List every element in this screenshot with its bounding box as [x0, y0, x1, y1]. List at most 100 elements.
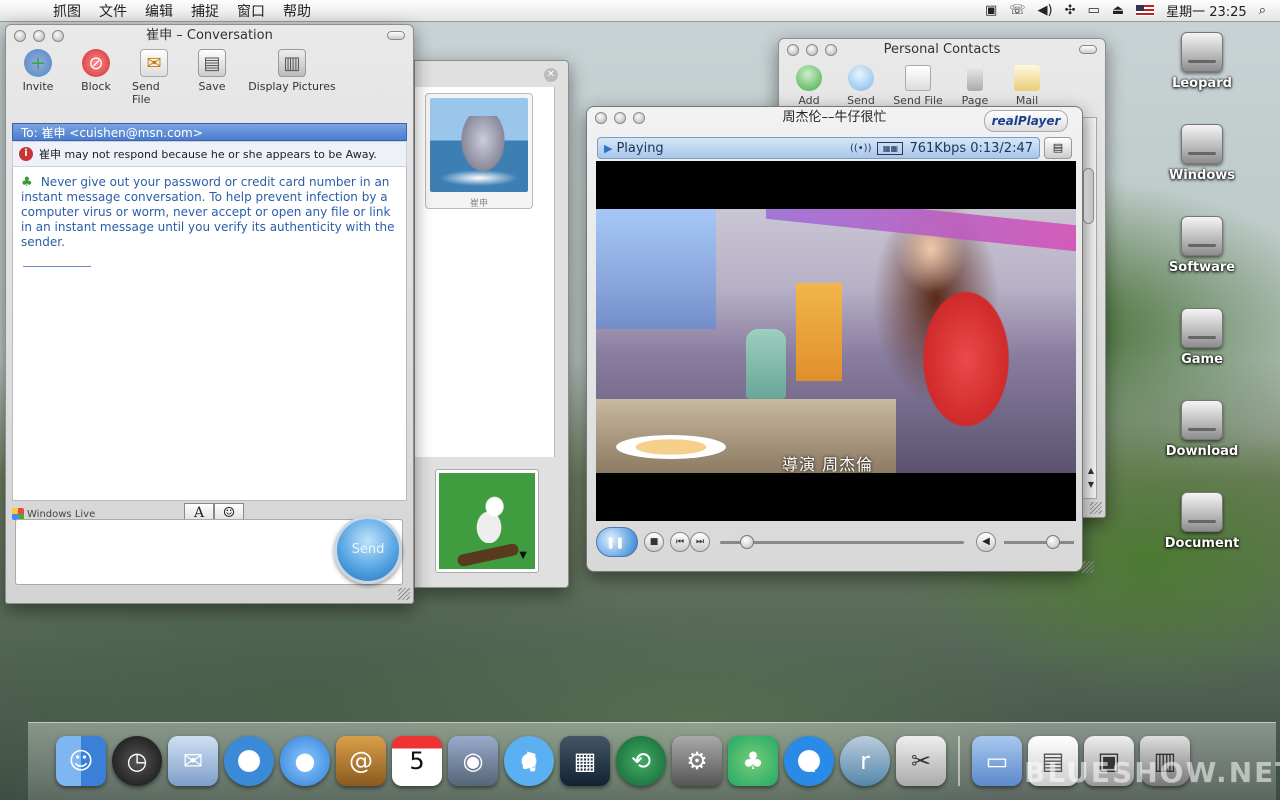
- window-controls: [595, 112, 645, 124]
- video-viewport[interactable]: 導演 周杰倫: [596, 161, 1076, 521]
- close-window-button[interactable]: [595, 112, 607, 124]
- resize-grip[interactable]: [398, 588, 410, 600]
- input-source-flag-icon[interactable]: [1136, 5, 1155, 16]
- zoom-window-button[interactable]: [52, 30, 64, 42]
- drive-windows[interactable]: Windows: [1164, 124, 1240, 183]
- spaces-icon[interactable]: ▦: [560, 736, 610, 786]
- playback-status: Playing: [616, 140, 664, 156]
- buddy-display-picture[interactable]: 崔申: [425, 93, 533, 209]
- drive-download[interactable]: Download: [1164, 400, 1240, 459]
- script-menu-icon[interactable]: ▣: [985, 3, 997, 18]
- grab-icon[interactable]: ✂: [896, 736, 946, 786]
- hard-drive-icon: [1181, 32, 1223, 72]
- menu-clock[interactable]: 星期一 23:25: [1166, 1, 1247, 20]
- itunes-icon[interactable]: ♫: [504, 736, 554, 786]
- display-pictures-button[interactable]: ▥ Display Pictures: [248, 49, 336, 123]
- dock-separator: [958, 736, 960, 786]
- address-book-icon[interactable]: @: [336, 736, 386, 786]
- previous-button[interactable]: ⏮: [670, 532, 690, 552]
- drive-label: Game: [1181, 352, 1223, 367]
- quicktime-icon[interactable]: Q: [784, 736, 834, 786]
- spotlight-icon[interactable]: ⌕: [1259, 3, 1266, 18]
- seek-slider-knob[interactable]: [739, 534, 754, 549]
- iphoto-icon[interactable]: ◉: [448, 736, 498, 786]
- realplayer-window: 周杰伦––牛仔很忙 realPlayer ▶ Playing ((•)) ▦▦ …: [586, 106, 1094, 573]
- security-warning: ♣ Never give out your password or credit…: [21, 175, 398, 250]
- zoom-window-button[interactable]: [825, 44, 837, 56]
- dashboard-icon[interactable]: ◷: [112, 736, 162, 786]
- volume-slider[interactable]: [1004, 534, 1074, 549]
- minimize-window-button[interactable]: [806, 44, 818, 56]
- display-pictures-icon: ▥: [278, 49, 306, 77]
- eject-icon[interactable]: ⏏: [1112, 3, 1124, 18]
- menu-edit[interactable]: 编辑: [136, 1, 182, 21]
- invite-button[interactable]: + Invite: [16, 49, 60, 123]
- close-window-button[interactable]: [787, 44, 799, 56]
- realplayer-icon[interactable]: r: [840, 736, 890, 786]
- mobile-phone-icon: [967, 65, 983, 91]
- conversation-toolbar: + Invite ⊘ Block ✉ Send File ▤ Save ▥ Display…: [6, 47, 413, 123]
- window-title: 崔申 – Conversation: [146, 28, 273, 43]
- minimize-window-button[interactable]: [614, 112, 626, 124]
- save-icon: ▤: [198, 49, 226, 77]
- safari-icon[interactable]: ✦: [224, 736, 274, 786]
- applications-folder-icon[interactable]: ▭: [972, 736, 1022, 786]
- my-display-picture[interactable]: ▼: [435, 469, 539, 573]
- menu-help[interactable]: 帮助: [274, 1, 320, 21]
- realplayer-logo: realPlayer: [984, 110, 1068, 132]
- hard-drive-icon: [1181, 400, 1223, 440]
- send-file-button[interactable]: ✉ Send File: [132, 49, 176, 123]
- tool-label: Block: [81, 80, 111, 93]
- chat-transcript[interactable]: ♣ Never give out your password or credit…: [12, 167, 407, 501]
- mail-icon[interactable]: ✉: [168, 736, 218, 786]
- phone-icon[interactable]: ☏: [1009, 3, 1025, 18]
- away-notice-text: 崔申 may not respond because he or she app…: [39, 148, 377, 161]
- next-button[interactable]: ⏭: [690, 532, 710, 552]
- stop-button[interactable]: ■: [644, 532, 664, 552]
- playlist-toggle-button[interactable]: ▤: [1044, 137, 1072, 159]
- bluetooth-icon[interactable]: ✣: [1065, 3, 1076, 18]
- pause-button[interactable]: ❚❚: [596, 527, 638, 557]
- toolbar-toggle-button[interactable]: [1079, 45, 1097, 54]
- scroll-arrows[interactable]: ▲ ▼: [1088, 464, 1094, 492]
- player-titlebar[interactable]: 周杰伦––牛仔很忙 realPlayer: [587, 107, 1082, 132]
- contacts-titlebar[interactable]: Personal Contacts: [779, 39, 1105, 61]
- system-preferences-icon[interactable]: ⚙: [672, 736, 722, 786]
- toolbar-toggle-button[interactable]: [387, 31, 405, 40]
- resize-grip[interactable]: [1082, 561, 1094, 573]
- save-button[interactable]: ▤ Save: [190, 49, 234, 123]
- hard-drive-icon: [1181, 308, 1223, 348]
- zoom-window-button[interactable]: [633, 112, 645, 124]
- drive-leopard[interactable]: Leopard: [1164, 32, 1240, 91]
- shark-image: [430, 98, 528, 192]
- menu-grab[interactable]: 抓图: [44, 1, 90, 21]
- drive-label: Download: [1165, 444, 1239, 459]
- time-machine-icon[interactable]: ⟲: [616, 736, 666, 786]
- ical-icon[interactable]: 5: [392, 736, 442, 786]
- scene-mixer: [746, 329, 786, 399]
- shark-shape: [458, 116, 508, 176]
- drive-document[interactable]: Document: [1164, 492, 1240, 551]
- menu-window[interactable]: 窗口: [228, 1, 274, 21]
- ichat-icon[interactable]: ●: [280, 736, 330, 786]
- scrollbar-thumb[interactable]: [1083, 168, 1094, 224]
- finder-icon[interactable]: ☺: [56, 736, 106, 786]
- volume-icon[interactable]: ◀): [1038, 3, 1053, 18]
- chevron-down-icon[interactable]: ▼: [519, 550, 527, 561]
- block-button[interactable]: ⊘ Block: [74, 49, 118, 123]
- seek-slider[interactable]: [720, 534, 964, 549]
- menu-file[interactable]: 文件: [90, 1, 136, 21]
- msn-messenger-icon[interactable]: ♣: [728, 736, 778, 786]
- volume-icon[interactable]: ◀: [976, 532, 996, 552]
- drive-game[interactable]: Game: [1164, 308, 1240, 367]
- drive-software[interactable]: Software: [1164, 216, 1240, 275]
- close-panel-icon[interactable]: ✕: [544, 68, 558, 82]
- send-button[interactable]: Send: [334, 516, 402, 584]
- resize-grip[interactable]: [1090, 502, 1102, 514]
- battery-icon[interactable]: ▭: [1088, 3, 1100, 18]
- conversation-titlebar[interactable]: 崔申 – Conversation: [6, 25, 413, 47]
- minimize-window-button[interactable]: [33, 30, 45, 42]
- close-window-button[interactable]: [14, 30, 26, 42]
- menu-capture[interactable]: 捕捉: [182, 1, 228, 21]
- volume-slider-knob[interactable]: [1046, 534, 1060, 549]
